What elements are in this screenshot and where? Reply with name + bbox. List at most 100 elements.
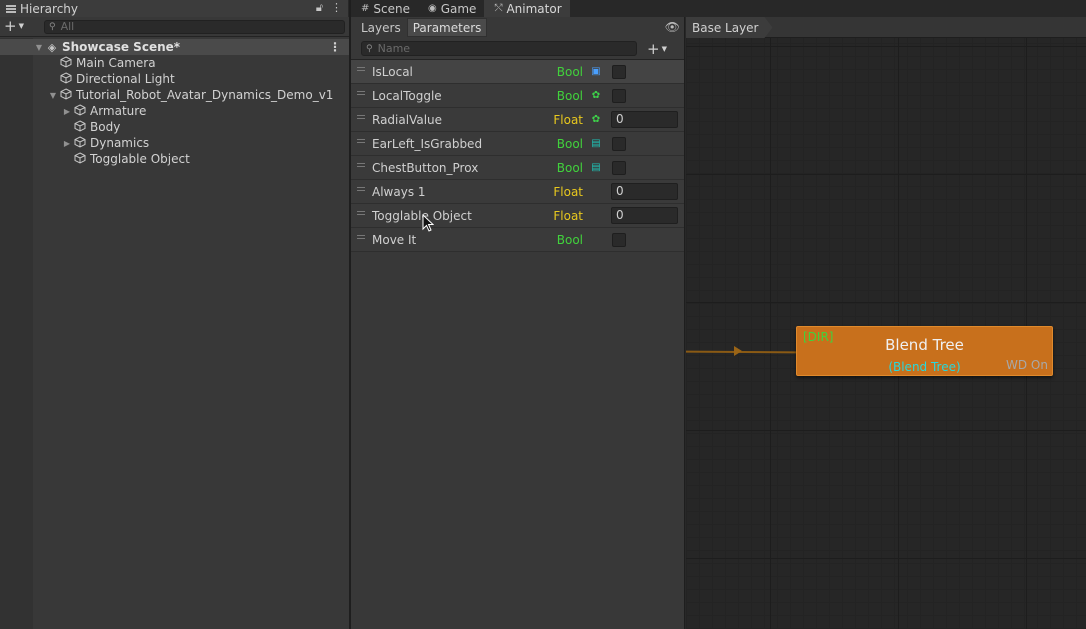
add-parameter-button[interactable]: + ▼ bbox=[647, 40, 667, 58]
hierarchy-item-label: Directional Light bbox=[76, 72, 175, 86]
parameter-row[interactable]: RadialValue Float ✿ 0 bbox=[351, 108, 684, 132]
parameter-bool-checkbox[interactable] bbox=[612, 232, 626, 247]
vrc-parameter-badge-icon: ✿ bbox=[591, 89, 601, 101]
expand-arrow-icon[interactable]: ▼ bbox=[47, 91, 59, 100]
hierarchy-item[interactable]: Body bbox=[0, 119, 349, 135]
parameter-float-field[interactable]: 0 bbox=[611, 183, 678, 200]
hierarchy-item-label: Armature bbox=[90, 104, 147, 118]
tab-game-label: Game bbox=[440, 1, 477, 16]
tab-layers[interactable]: Layers bbox=[355, 18, 407, 37]
unity-scene-icon: ◈ bbox=[47, 40, 57, 54]
tab-scene[interactable]: # Scene bbox=[351, 0, 418, 17]
animator-graph[interactable]: Base Layer [DIR] Blend Tree (Blend Tree)… bbox=[686, 17, 1086, 629]
breadcrumb-base-layer[interactable]: Base Layer bbox=[686, 17, 773, 38]
parameter-float-field[interactable]: 0 bbox=[611, 111, 678, 128]
parameter-type: Bool bbox=[556, 160, 583, 175]
tab-hierarchy[interactable]: Hierarchy 🔓︎ ⋮ bbox=[0, 0, 348, 17]
parameter-search-input[interactable]: ⚲ Name bbox=[361, 41, 637, 56]
parameter-name[interactable]: ChestButton_Prox bbox=[372, 161, 478, 175]
lock-icon[interactable]: 🔓︎ bbox=[316, 1, 323, 15]
chevron-down-icon: ▼ bbox=[661, 44, 667, 53]
chevron-down-icon: ▼ bbox=[18, 22, 24, 30]
scene-name: Showcase Scene* bbox=[62, 40, 181, 54]
parameters-panel: Layers Parameters 👁︎ ⚲ Name + ▼ IsLocal Bo… bbox=[351, 17, 685, 629]
drag-handle-icon[interactable] bbox=[357, 234, 365, 239]
parameter-row[interactable]: Togglable Object Float 0 bbox=[351, 204, 684, 228]
parameter-type: Float bbox=[553, 184, 583, 199]
parameter-type: Float bbox=[553, 208, 583, 223]
gameobject-cube-icon bbox=[73, 103, 87, 119]
hierarchy-items: Main Camera Directional Light ▼ Tutorial_Ro… bbox=[0, 55, 349, 167]
parameter-bool-checkbox[interactable] bbox=[612, 64, 626, 79]
search-icon: ⚲ bbox=[366, 43, 373, 54]
drag-handle-icon[interactable] bbox=[357, 186, 365, 191]
parameter-type: Bool bbox=[556, 64, 583, 79]
hierarchy-item-label: Main Camera bbox=[76, 56, 156, 70]
hierarchy-search-input[interactable]: ⚲ All bbox=[43, 19, 345, 34]
hierarchy-item[interactable]: ▶ Armature bbox=[0, 103, 349, 119]
hierarchy-item[interactable]: ▶ Dynamics bbox=[0, 135, 349, 151]
transition-arrow-icon bbox=[734, 346, 742, 356]
scene-menu-icon[interactable]: ⋮ bbox=[329, 40, 341, 54]
parameter-name[interactable]: Always 1 bbox=[372, 185, 426, 199]
window-tabbar: # Scene ◉ Game ⤲ Animator bbox=[351, 0, 1086, 17]
drag-handle-icon[interactable] bbox=[357, 114, 365, 119]
parameter-name[interactable]: Move It bbox=[372, 233, 416, 247]
hierarchy-item-label: Dynamics bbox=[90, 136, 150, 150]
hierarchy-item-label: Tutorial_Robot_Avatar_Dynamics_Demo_v1 bbox=[76, 88, 334, 102]
parameter-row[interactable]: EarLeft_IsGrabbed Bool ▤ bbox=[351, 132, 684, 156]
parameter-row[interactable]: Always 1 Float 0 bbox=[351, 180, 684, 204]
kebab-menu-icon[interactable]: ⋮ bbox=[331, 1, 342, 15]
parameter-row[interactable]: IsLocal Bool ▣ bbox=[351, 60, 684, 84]
parameter-name[interactable]: EarLeft_IsGrabbed bbox=[372, 137, 482, 151]
hierarchy-item[interactable]: Directional Light bbox=[0, 71, 349, 87]
vrc-parameter-badge-icon: ▤ bbox=[591, 137, 601, 149]
parameter-row[interactable]: ChestButton_Prox Bool ▤ bbox=[351, 156, 684, 180]
expand-arrow-icon[interactable]: ▼ bbox=[33, 43, 45, 52]
vrc-parameter-badge-icon: ▣ bbox=[591, 65, 601, 77]
drag-handle-icon[interactable] bbox=[357, 162, 365, 167]
gameobject-cube-icon bbox=[73, 135, 87, 151]
plus-icon: + bbox=[4, 17, 17, 35]
expand-arrow-icon[interactable]: ▶ bbox=[61, 139, 73, 148]
parameter-name[interactable]: LocalToggle bbox=[372, 89, 442, 103]
parameter-float-field[interactable]: 0 bbox=[611, 207, 678, 224]
tab-game[interactable]: ◉ Game bbox=[418, 0, 484, 17]
drag-handle-icon[interactable] bbox=[357, 66, 365, 71]
node-title: Blend Tree bbox=[885, 336, 964, 354]
tab-parameters[interactable]: Parameters bbox=[406, 18, 488, 37]
parameter-bool-checkbox[interactable] bbox=[612, 160, 626, 175]
expand-arrow-icon[interactable]: ▶ bbox=[61, 107, 73, 116]
gameobject-cube-icon bbox=[59, 87, 73, 103]
blend-tree-state-node[interactable]: [DIR] Blend Tree (Blend Tree) WD On bbox=[796, 326, 1053, 376]
parameter-row[interactable]: Move It Bool bbox=[351, 228, 684, 252]
gameobject-cube-icon bbox=[59, 55, 73, 71]
parameter-row[interactable]: LocalToggle Bool ✿ bbox=[351, 84, 684, 108]
drag-handle-icon[interactable] bbox=[357, 90, 365, 95]
vrc-parameter-badge-icon: ✿ bbox=[591, 113, 601, 125]
hierarchy-item-label: Togglable Object bbox=[90, 152, 190, 166]
eye-icon[interactable]: 👁︎ bbox=[665, 20, 680, 34]
parameter-bool-checkbox[interactable] bbox=[612, 136, 626, 151]
search-placeholder: All bbox=[60, 20, 75, 33]
hierarchy-tab-label: Hierarchy bbox=[20, 1, 79, 16]
drag-handle-icon[interactable] bbox=[357, 210, 365, 215]
search-placeholder: Name bbox=[377, 42, 411, 55]
tab-animator[interactable]: ⤲ Animator bbox=[484, 0, 570, 17]
node-write-defaults: WD On bbox=[1006, 358, 1048, 372]
hierarchy-item[interactable]: Main Camera bbox=[0, 55, 349, 71]
parameter-type: Bool bbox=[556, 232, 583, 247]
tab-layers-label: Layers bbox=[361, 20, 401, 35]
parameter-name[interactable]: RadialValue bbox=[372, 113, 442, 127]
parameter-name[interactable]: IsLocal bbox=[372, 65, 413, 79]
drag-handle-icon[interactable] bbox=[357, 138, 365, 143]
gamepad-icon: ◉ bbox=[427, 3, 437, 14]
create-dropdown-button[interactable]: + ▼ bbox=[4, 19, 24, 34]
tab-scene-label: Scene bbox=[373, 1, 410, 16]
hierarchy-item-label: Body bbox=[90, 120, 121, 134]
parameter-bool-checkbox[interactable] bbox=[612, 88, 626, 103]
hierarchy-item[interactable]: Togglable Object bbox=[0, 151, 349, 167]
parameter-list: IsLocal Bool ▣ LocalToggle Bool ✿ RadialValue F… bbox=[351, 59, 684, 252]
hierarchy-item[interactable]: ▼ Tutorial_Robot_Avatar_Dynamics_Demo_v1 bbox=[0, 87, 349, 103]
scene-row[interactable]: ▼ ◈ Showcase Scene* ⋮ bbox=[0, 39, 349, 55]
